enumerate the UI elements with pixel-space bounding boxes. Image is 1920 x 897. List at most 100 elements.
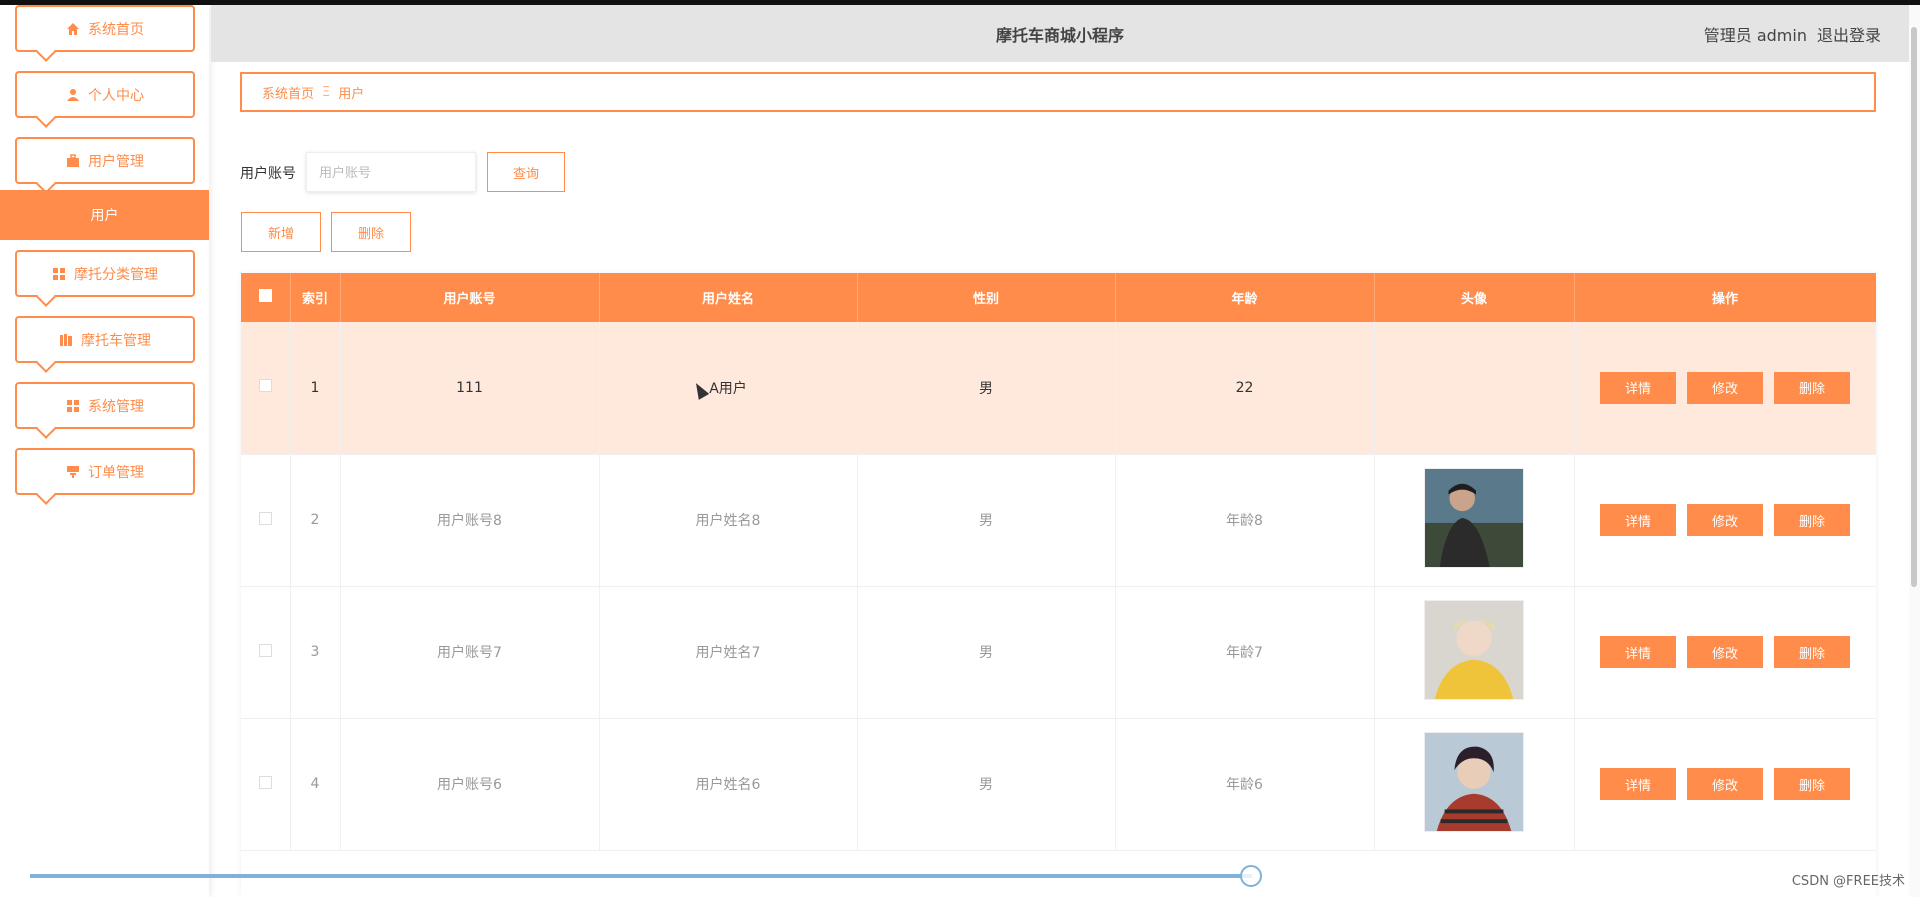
- cell-actions: 详情 修改 删除: [1574, 454, 1876, 587]
- column-header: 操作: [1574, 273, 1876, 322]
- select-all-checkbox[interactable]: [258, 289, 272, 302]
- search-input[interactable]: [306, 152, 476, 192]
- cell-index: 1: [290, 322, 341, 455]
- edit-button[interactable]: 修改: [1687, 636, 1763, 668]
- scrollbar[interactable]: [1909, 5, 1920, 897]
- cell-gender: 男: [857, 454, 1116, 587]
- cell-name: A用户: [599, 322, 858, 455]
- user-table: 索引 用户账号 用户姓名 性别 年龄 头像 操作 1 111 A用户 男 22: [241, 273, 1876, 897]
- sidebar-item-label: 订单管理: [88, 464, 144, 481]
- query-button[interactable]: 查询: [487, 152, 565, 192]
- cell-actions: 详情 修改 删除: [1574, 586, 1876, 719]
- sidebar-item-label: 摩托车管理: [81, 332, 151, 349]
- row-delete-button[interactable]: 删除: [1774, 636, 1850, 668]
- row-select-cell: [241, 454, 291, 587]
- grid-icon: [66, 399, 80, 413]
- row-checkbox[interactable]: [258, 643, 272, 657]
- scrollbar-thumb[interactable]: [1911, 27, 1917, 587]
- cell-index: 3: [290, 586, 341, 719]
- sidebar-item-motorcycle-management[interactable]: 摩托车管理: [15, 316, 195, 363]
- row-checkbox[interactable]: [258, 379, 272, 393]
- sidebar-item-profile[interactable]: 个人中心: [15, 71, 195, 118]
- edit-button[interactable]: 修改: [1687, 504, 1763, 536]
- table-row[interactable]: 4 用户账号6 用户姓名6 男 年龄6 详情 修改 删除: [241, 718, 1876, 851]
- cell-index: 2: [290, 454, 341, 587]
- home-icon: [66, 22, 80, 36]
- breadcrumb-home[interactable]: 系统首页: [262, 83, 314, 102]
- cell-age: 年龄7: [1115, 586, 1375, 719]
- cell-avatar: [1374, 586, 1575, 719]
- cell-age: 年龄6: [1115, 718, 1375, 851]
- row-select-cell: [241, 718, 291, 851]
- add-button[interactable]: 新增: [241, 212, 321, 252]
- user-role: 管理员: [1703, 25, 1752, 45]
- grid-icon: [52, 267, 66, 281]
- column-header: 用户姓名: [599, 273, 858, 322]
- cell-avatar: [1374, 322, 1575, 455]
- top-header: 摩托车商城小程序 管理员 admin 退出登录: [211, 5, 1909, 62]
- sidebar-item-label: 用户管理: [88, 153, 144, 170]
- watermark: CSDN @FREE技术: [1791, 874, 1905, 889]
- video-progress-bar[interactable]: [30, 874, 1252, 878]
- cell-name: 用户姓名7: [599, 586, 858, 719]
- breadcrumb: 系统首页 Ξ 用户: [240, 72, 1876, 112]
- username: admin: [1756, 25, 1807, 45]
- cell-age: 22: [1115, 322, 1375, 455]
- row-checkbox[interactable]: [258, 775, 272, 789]
- detail-button[interactable]: 详情: [1600, 371, 1676, 404]
- sidebar-item-category-management[interactable]: 摩托分类管理: [15, 250, 195, 297]
- user-info: 管理员 admin 退出登录: [1704, 22, 1881, 46]
- column-header: 用户账号: [340, 273, 600, 322]
- sidebar-item-label: 摩托分类管理: [74, 266, 158, 283]
- table-row[interactable]: 1 111 A用户 男 22 详情 修改 删除: [241, 322, 1876, 455]
- cell-name: 用户姓名8: [599, 454, 858, 587]
- edit-button[interactable]: 修改: [1687, 768, 1763, 800]
- user-icon: [66, 88, 80, 102]
- cell-avatar: [1374, 454, 1575, 587]
- sidebar-item-order-management[interactable]: 订单管理: [15, 448, 195, 495]
- delete-button[interactable]: 删除: [331, 212, 411, 252]
- avatar-image: [1424, 732, 1524, 832]
- detail-button[interactable]: 详情: [1600, 504, 1676, 536]
- row-delete-button[interactable]: 删除: [1774, 504, 1850, 536]
- cell-account: 用户账号6: [340, 718, 600, 851]
- cell-account: 用户账号8: [340, 454, 600, 587]
- row-checkbox[interactable]: [258, 511, 272, 525]
- cell-account: 用户账号7: [340, 586, 600, 719]
- edit-button[interactable]: 修改: [1687, 371, 1763, 404]
- detail-button[interactable]: 详情: [1600, 636, 1676, 668]
- cell-index: 4: [290, 718, 341, 851]
- video-progress-knob[interactable]: [1240, 865, 1262, 887]
- row-select-cell: [241, 322, 291, 455]
- books-icon: [59, 333, 73, 347]
- column-header: 年龄: [1115, 273, 1375, 322]
- breadcrumb-separator: Ξ: [322, 84, 331, 100]
- row-delete-button[interactable]: 删除: [1774, 768, 1850, 800]
- cell-avatar: [1374, 718, 1575, 851]
- detail-button[interactable]: 详情: [1600, 768, 1676, 800]
- table-row[interactable]: 3 用户账号7 用户姓名7 男 年龄7 详情 修改 删除: [241, 586, 1876, 719]
- sidebar-item-home[interactable]: 系统首页: [15, 5, 195, 52]
- sidebar: 系统首页 个人中心 用户管理 用户 摩托分类管理 摩托车管理 系统管理 订单管理: [0, 5, 209, 897]
- row-delete-button[interactable]: 删除: [1774, 371, 1850, 404]
- cell-name: 用户姓名6: [599, 718, 858, 851]
- cell-actions: 详情 修改 删除: [1574, 322, 1876, 455]
- sidebar-item-user-management[interactable]: 用户管理: [15, 137, 195, 184]
- cell-gender: 男: [857, 586, 1116, 719]
- cell-gender: 男: [857, 322, 1116, 455]
- breadcrumb-current: 用户: [338, 86, 365, 102]
- app-title: 摩托车商城小程序: [995, 25, 1124, 45]
- sidebar-item-label: 用户: [90, 208, 119, 224]
- column-header: 索引: [290, 273, 341, 322]
- cell-gender: 男: [857, 718, 1116, 851]
- sidebar-item-system-management[interactable]: 系统管理: [15, 382, 195, 429]
- column-header: 头像: [1374, 273, 1575, 322]
- table-row[interactable]: 2 用户账号8 用户姓名8 男 年龄8 详情 修改 删除: [241, 454, 1876, 587]
- avatar-image: [1424, 600, 1524, 700]
- column-header: 性别: [857, 273, 1116, 322]
- search-label: 用户账号: [240, 166, 296, 182]
- sidebar-item-users[interactable]: 用户: [0, 190, 209, 240]
- user-role-and-name: 管理员 admin: [1704, 22, 1807, 46]
- select-all-cell: [241, 273, 291, 322]
- logout-link[interactable]: 退出登录: [1817, 22, 1881, 46]
